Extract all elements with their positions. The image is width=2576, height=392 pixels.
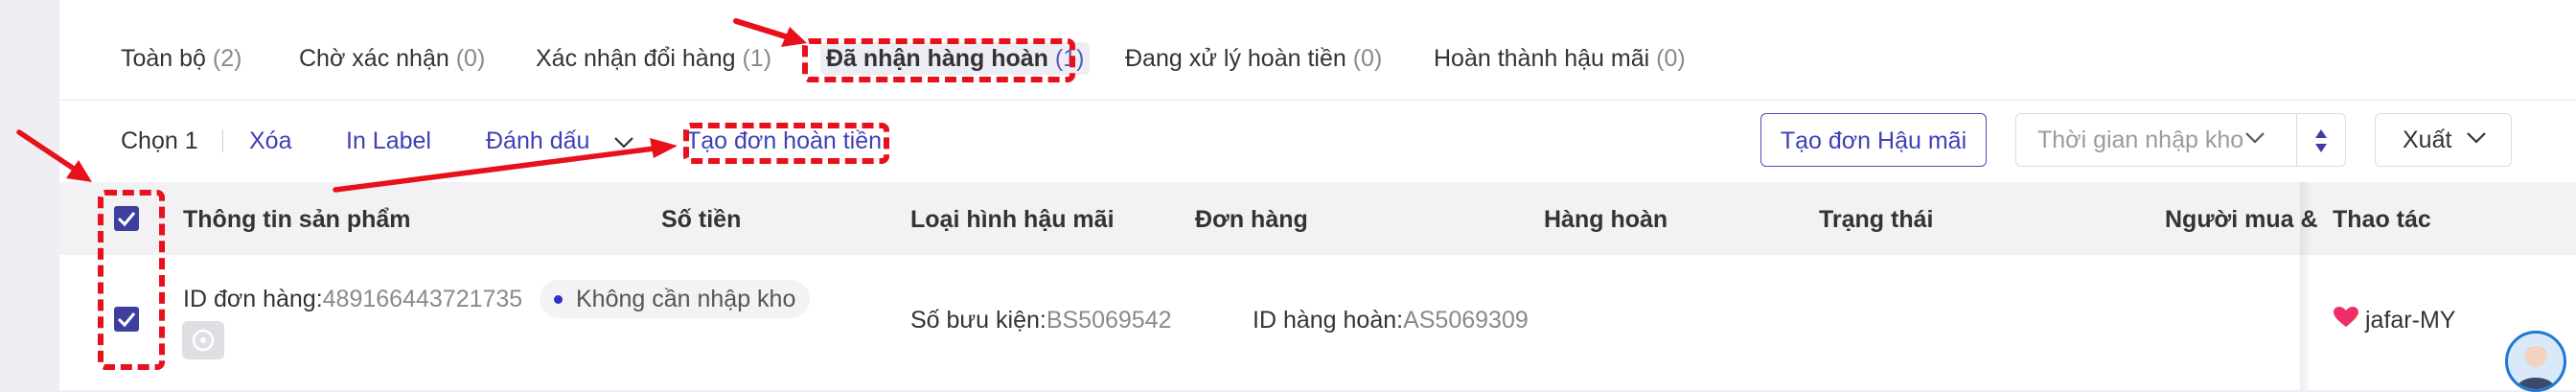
annotation-arrows — [16, 18, 807, 193]
arrow-icon — [333, 138, 678, 193]
arrow-icon — [16, 129, 92, 182]
arrow-icon — [733, 18, 807, 47]
